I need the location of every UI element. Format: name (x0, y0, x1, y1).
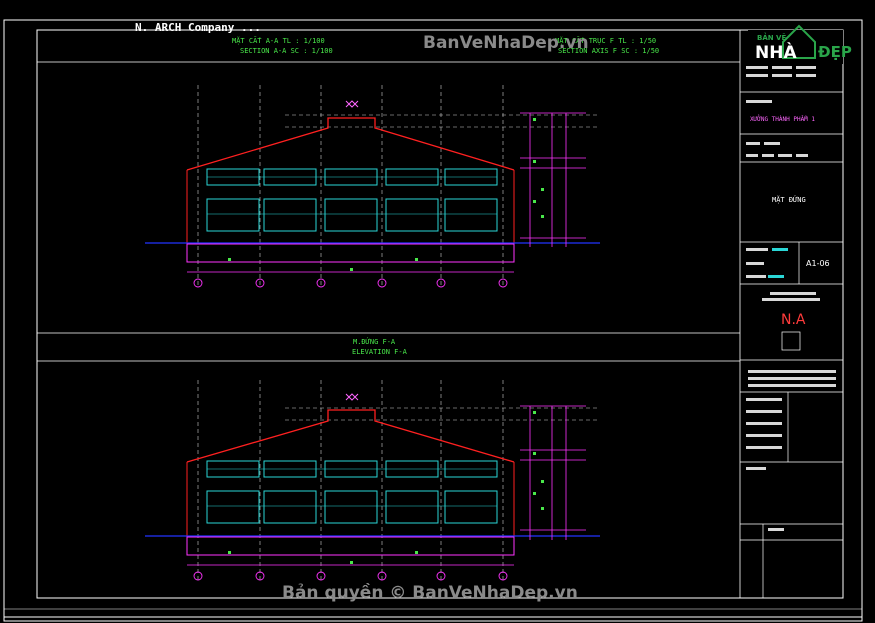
sheet-code: A1-06 (806, 259, 830, 268)
elevation-title: M.ĐỨNG F-A (353, 337, 396, 346)
grid-lines (197, 380, 598, 580)
ridge-vent-icon (345, 393, 359, 401)
logo-line3: ĐẸP (818, 43, 852, 61)
window-mullions (207, 176, 497, 215)
watermark-bottom: Bản quyền © BanVeNhaDep.vn (282, 582, 578, 603)
title-block-cyan-marks (768, 248, 788, 278)
elevation-lower[interactable] (145, 380, 600, 581)
logo-line2: NHÀ (755, 41, 797, 63)
signature-box (781, 331, 801, 351)
level-markers (228, 118, 544, 271)
foundation-beam (186, 243, 515, 263)
designer-mark: N.A (781, 312, 806, 328)
project-name: XƯỞNG THÀNH PHẨM 1 (750, 115, 815, 123)
cad-drawing-canvas[interactable]: N. ARCH Company ... MẶT CẮT A-A TL : 1/1… (0, 0, 875, 623)
lower-window-row (206, 490, 498, 524)
title-block-grid (740, 91, 843, 598)
brand-logo: BẢN VẼ NHÀ ĐẸP (748, 24, 852, 64)
ridge-vent-icon (345, 100, 359, 108)
outer-frame (3, 19, 863, 622)
section-a-a-title: MẶT CẮT A-A TL : 1/100 (232, 36, 325, 45)
axis-bubbles (193, 571, 508, 581)
dimension-chain-right (520, 112, 586, 247)
elevation-upper[interactable] (145, 85, 600, 288)
lower-window-row (206, 198, 498, 232)
title-block-fine-print (746, 66, 836, 531)
company-label: N. ARCH Company ... (135, 21, 261, 34)
elevation-subtitle: ELEVATION F-A (352, 348, 408, 356)
level-markers (228, 411, 544, 564)
sheet-label: MẶT ĐỨNG (772, 195, 806, 204)
axis-bubbles (193, 278, 508, 288)
title-block[interactable]: XƯỞNG THÀNH PHẨM 1 MẶT ĐỨNG A1-06 N.A BẢ… (740, 24, 852, 598)
logo-line1: BẢN VẼ (757, 32, 786, 42)
roof-outline (186, 409, 515, 463)
dimension-chain-right (520, 405, 586, 540)
section-a-a-subtitle: SECTION A-A SC : 1/100 (240, 47, 333, 55)
roof-outline (186, 117, 515, 171)
window-mullions (207, 468, 497, 507)
watermark-top: BanVeNhaDep.vn (423, 33, 589, 53)
foundation-beam (186, 536, 515, 556)
